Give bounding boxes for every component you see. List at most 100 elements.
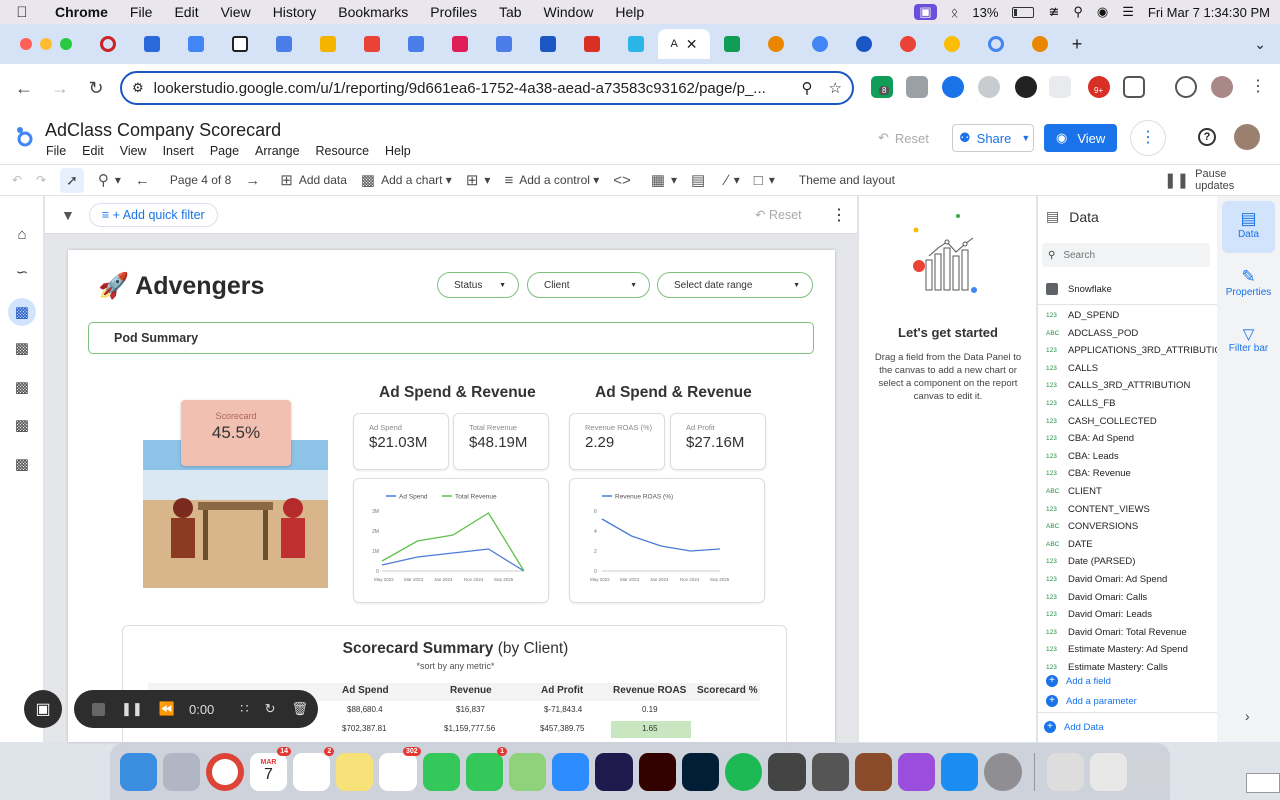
insights-icon[interactable]: ∽ <box>10 260 34 284</box>
close-icon[interactable]: ✕ <box>686 36 698 53</box>
pause-icon[interactable]: ❚❚ <box>121 701 143 717</box>
chrome-menu-icon[interactable]: ⋮ <box>1250 76 1266 96</box>
menu-edit[interactable]: Edit <box>163 4 209 20</box>
page-report-icon[interactable]: ▩ <box>10 413 34 437</box>
facetime-icon[interactable]: 1 <box>465 746 508 791</box>
tab-search-button[interactable]: ⌄ <box>1254 36 1266 53</box>
tab-18[interactable] <box>842 29 886 59</box>
app-store-icon[interactable] <box>941 752 979 791</box>
finder-icon[interactable] <box>120 752 158 791</box>
site-info-icon[interactable]: ⚙ <box>132 80 144 96</box>
calculator-icon[interactable] <box>811 752 849 791</box>
report-menu-help[interactable]: Help <box>385 144 411 158</box>
control-center-icon[interactable]: ☰ <box>1122 4 1134 20</box>
data-field-row[interactable]: 123 Estimate Mastery: Ad Spend <box>1046 641 1188 658</box>
data-field-row[interactable]: ABC DATE <box>1046 536 1093 553</box>
kpi-ad-spend[interactable]: Ad Spend $21.03M <box>353 413 449 470</box>
tab-21[interactable] <box>974 29 1018 59</box>
tab-5[interactable] <box>262 29 306 59</box>
data-field-row[interactable]: 123 CALLS_3RD_ATTRIBUTION <box>1046 377 1190 394</box>
report-menu-edit[interactable]: Edit <box>82 144 104 158</box>
report-page[interactable]: 🚀 Advengers Status ▼ Client ▼ Select date … <box>68 250 835 755</box>
home-icon[interactable]: ⌂ <box>10 222 34 246</box>
data-field-row[interactable]: 123 David Omari: Ad Spend <box>1046 571 1167 588</box>
chart-revenue-roas[interactable]: Revenue ROAS (%) 6 4 2 0 May 2022 Mar 20… <box>569 478 765 603</box>
side-rail-data-button[interactable]: ▤ Data <box>1222 201 1275 253</box>
bible-app-icon[interactable] <box>854 752 892 791</box>
tab-11[interactable] <box>526 29 570 59</box>
data-field-row[interactable]: 123 APPLICATIONS_3RD_ATTRIBUTION <box>1046 342 1229 359</box>
collapse-panel-icon[interactable]: › <box>1245 708 1250 724</box>
data-field-row[interactable]: 123 Estimate Mastery: Calls <box>1046 659 1168 676</box>
column-header-revenue[interactable]: Revenue <box>450 685 492 703</box>
menu-profiles[interactable]: Profiles <box>419 4 488 20</box>
camera-toggle-button[interactable]: ▣ <box>24 690 62 728</box>
tab-active[interactable]: A ✕ <box>658 29 710 59</box>
page-report-icon[interactable]: ▩ <box>10 375 34 399</box>
extension-code-icon[interactable] <box>906 76 928 98</box>
tab-1[interactable] <box>86 29 130 59</box>
menu-view[interactable]: View <box>210 4 262 20</box>
chrome-icon[interactable] <box>206 752 244 791</box>
tab-3[interactable] <box>174 29 218 59</box>
maps-icon[interactable] <box>509 752 547 791</box>
data-field-row[interactable]: 123 David Omari: Total Revenue <box>1046 624 1187 641</box>
client-control[interactable]: Client ▼ <box>527 272 650 298</box>
tab-8[interactable] <box>394 29 438 59</box>
chart-ad-spend-revenue[interactable]: Ad Spend Total Revenue 3M 2M 1M 0 May 20… <box>353 478 549 603</box>
data-field-row[interactable]: 123 CASH_COLLECTED <box>1046 413 1157 430</box>
add-data-button[interactable]: ⊞ Add data <box>280 171 347 189</box>
close-window-button[interactable] <box>20 38 32 50</box>
extensions-icon[interactable] <box>1123 76 1145 98</box>
page-report-icon[interactable]: ▩ <box>10 452 34 476</box>
add-chart-button[interactable]: ▩ Add a chart ▾ <box>361 171 452 189</box>
tab-4[interactable] <box>218 29 262 59</box>
restart-icon[interactable]: ↻ <box>265 701 276 717</box>
data-field-row[interactable]: 123 CALLS <box>1046 360 1098 377</box>
calendar-icon[interactable]: MAR 7 14 <box>249 746 292 791</box>
tab-16[interactable] <box>754 29 798 59</box>
screen-capture-icon[interactable] <box>768 752 806 791</box>
add-control-button[interactable]: ≡ Add a control ▾ <box>504 172 599 189</box>
next-page-button[interactable]: → <box>245 172 266 189</box>
forward-button[interactable]: → <box>42 78 78 99</box>
tab-2[interactable] <box>130 29 174 59</box>
tab-22[interactable] <box>1018 29 1062 59</box>
data-field-row[interactable]: 123 CBA: Revenue <box>1046 465 1131 482</box>
column-header-ad-spend[interactable]: Ad Spend <box>342 685 389 703</box>
downloads-stack-icon[interactable] <box>1089 752 1127 791</box>
add-parameter-button[interactable]: + Add a parameter <box>1046 695 1137 707</box>
tab-6[interactable] <box>306 29 350 59</box>
extension-star-icon[interactable]: 9+ <box>1088 76 1110 98</box>
side-rail-properties-button[interactable]: ✎ Properties <box>1222 259 1275 311</box>
redo-icon[interactable]: ↷ <box>36 173 46 187</box>
column-header-ad-profit[interactable]: Ad Profit <box>541 685 583 703</box>
menu-help[interactable]: Help <box>604 4 655 20</box>
grid-icon[interactable]: ∷ <box>240 701 248 717</box>
extension-puzzle-icon[interactable] <box>1015 76 1037 98</box>
reload-button[interactable]: ↻ <box>78 78 114 99</box>
shape-icon[interactable]: □ ▾ <box>754 172 775 189</box>
zoom-icon[interactable] <box>552 752 590 791</box>
bluetooth-icon[interactable]: ᛟ <box>951 5 959 20</box>
community-viz-button[interactable]: ⊞ ▾ <box>466 171 491 189</box>
address-bar[interactable]: ⚙ lookerstudio.google.com/u/1/reporting/… <box>120 71 854 105</box>
prev-page-button[interactable]: ← <box>135 172 156 189</box>
reset-button[interactable]: ↶ Reset <box>878 124 940 152</box>
url-text[interactable]: lookerstudio.google.com/u/1/reporting/9d… <box>154 80 792 97</box>
data-search-input[interactable] <box>1063 249 1184 261</box>
image-icon[interactable]: ▦ ▾ <box>651 171 677 189</box>
report-menu-resource[interactable]: Resource <box>316 144 370 158</box>
tab-13[interactable] <box>614 29 658 59</box>
reminders-icon[interactable]: 2 <box>293 746 335 791</box>
tab-12[interactable] <box>570 29 614 59</box>
clock[interactable]: Fri Mar 7 1:34:30 PM <box>1148 5 1270 20</box>
messages-icon[interactable] <box>422 752 460 791</box>
page-report-icon[interactable]: ▩ <box>8 298 36 326</box>
add-quick-filter-button[interactable]: ≡ + Add quick filter <box>88 202 218 227</box>
data-field-row[interactable]: 123 CONTENT_VIEWS <box>1046 501 1150 518</box>
report-menu-file[interactable]: File <box>46 144 66 158</box>
report-menu-insert[interactable]: Insert <box>163 144 194 158</box>
data-field-row[interactable]: 123 CBA: Ad Spend <box>1046 430 1134 447</box>
menu-window[interactable]: Window <box>533 4 605 20</box>
